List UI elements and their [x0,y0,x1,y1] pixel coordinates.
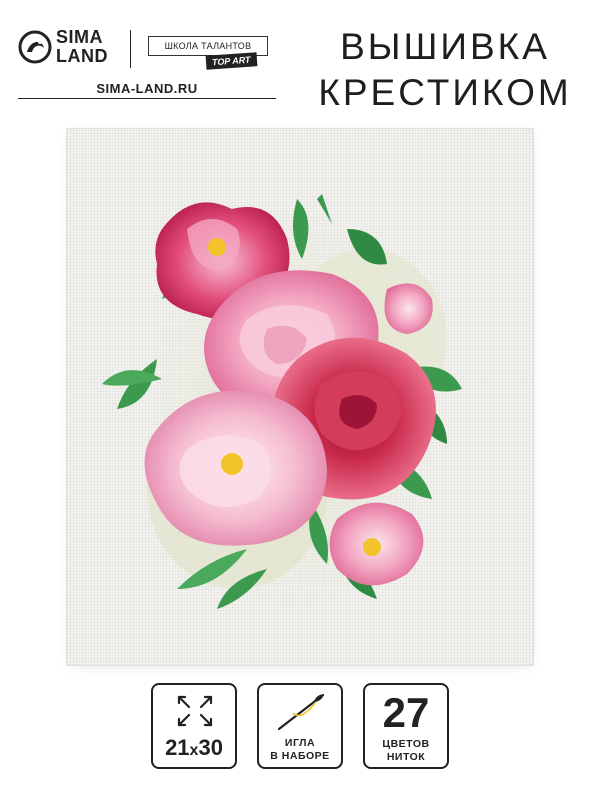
colors-text: ЦВЕТОВ НИТОК [365,738,447,764]
needle-text: ИГЛА В НАБОРЕ [259,737,341,763]
logo-divider [130,30,131,68]
size-badge: 21x30 [151,683,237,769]
colors-badge: 27 ЦВЕТОВ НИТОК [363,683,449,769]
logo-text: SIMA LAND [56,28,108,66]
peony-embroidery-image [102,189,462,629]
canvas-fabric [66,128,534,666]
brand-block: SIMA LAND ШКОЛА ТАЛАНТОВ TOP ART SIMA-LA… [18,26,288,106]
expand-arrows-icon [177,695,213,727]
flower-lower-left [144,390,327,546]
needle-badge: ИГЛА В НАБОРЕ [257,683,343,769]
logo-text-line2: LAND [56,46,108,66]
flower-center [221,453,243,475]
embroidery-canvas [66,128,536,668]
top-art-tag: TOP ART [205,52,257,70]
flower-center [208,238,226,256]
colors-line1: ЦВЕТОВ [382,738,430,750]
title-line1: ВЫШИВКА [340,26,550,67]
size-width: 21 [165,735,190,760]
product-title: ВЫШИВКА КРЕСТИКОМ [300,24,590,116]
logo-text-line1: SIMA [56,27,103,47]
needle-line1: ИГЛА [284,737,316,749]
colors-line2: НИТОК [386,751,426,763]
flower-bottom-right [329,502,424,586]
sima-land-logo-icon [18,30,52,64]
flower-center [363,538,381,556]
colors-count: 27 [382,689,430,736]
title-line2: КРЕСТИКОМ [318,72,572,113]
needle-line2: В НАБОРЕ [270,750,330,762]
size-value: 21x30 [153,735,235,761]
website-underline [18,98,276,99]
needle-icon [277,693,325,731]
size-height: 30 [198,735,223,760]
website-link[interactable]: SIMA-LAND.RU [18,81,276,96]
